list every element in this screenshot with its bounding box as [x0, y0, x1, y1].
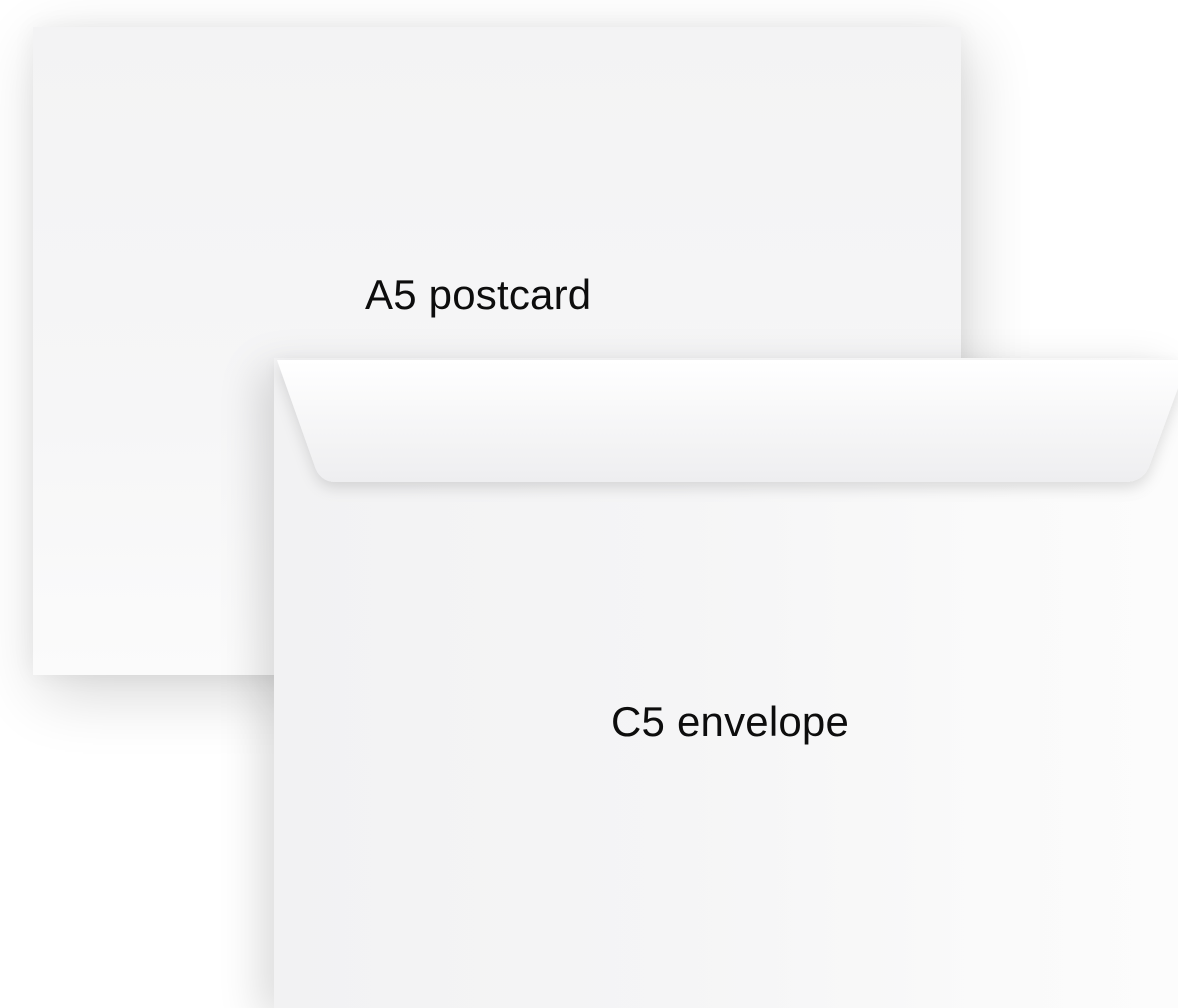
envelope-flap-shape: [277, 360, 1178, 482]
mockup-stage: A5 postcard C5 envelope: [0, 0, 1178, 1008]
envelope-flap: [277, 360, 1178, 482]
postcard-label: A5 postcard: [365, 271, 592, 318]
c5-envelope: C5 envelope: [274, 358, 1178, 1008]
envelope-label: C5 envelope: [611, 698, 850, 745]
